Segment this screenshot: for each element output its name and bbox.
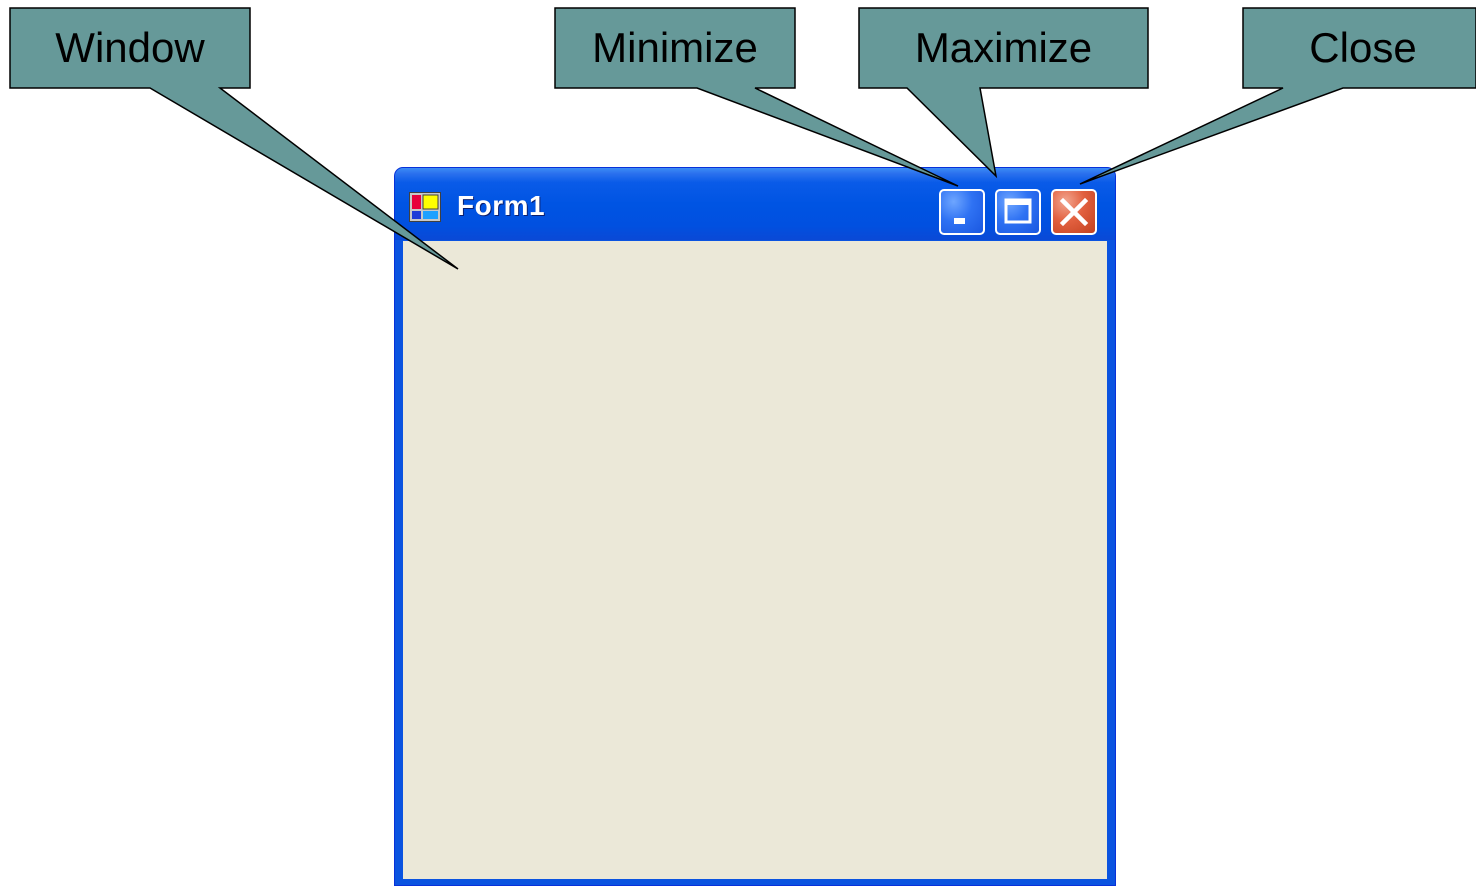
minimize-callout-label: Minimize <box>592 24 758 71</box>
window-callout-label: Window <box>55 24 205 71</box>
callout-layer <box>9 7 1476 270</box>
maximize-callout-label: Maximize <box>914 24 1093 71</box>
close-callout-label: Close <box>1309 24 1417 71</box>
